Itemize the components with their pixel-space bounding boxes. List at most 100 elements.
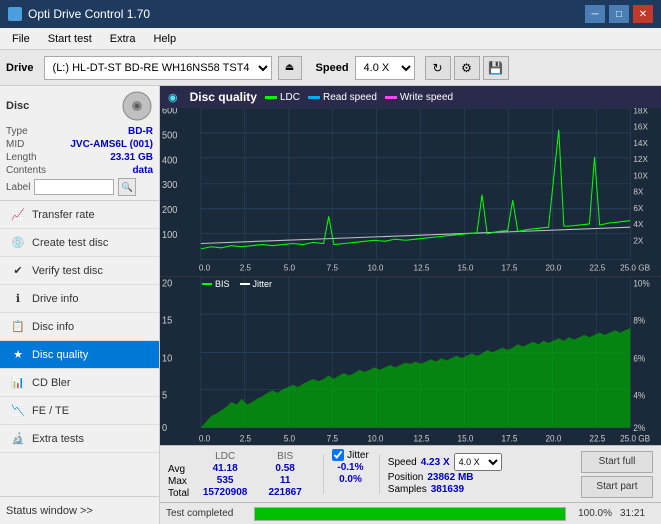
main-content: Disc Type BD-R MID JVC-AMS6L (001) Lengt… <box>0 86 661 524</box>
menu-start-test[interactable]: Start test <box>40 31 100 47</box>
close-button[interactable]: ✕ <box>633 5 653 23</box>
ldc-chart-svg: 600 500 400 300 200 100 18X 16X 14X 12X … <box>160 108 661 276</box>
svg-text:8%: 8% <box>633 315 645 326</box>
svg-text:100: 100 <box>162 230 177 241</box>
total-label: Total <box>168 488 189 499</box>
svg-text:12.5: 12.5 <box>414 433 430 444</box>
chart-title: Disc quality <box>190 90 257 104</box>
nav-disc-info[interactable]: 📋 Disc info <box>0 313 159 341</box>
svg-text:10%: 10% <box>633 278 650 289</box>
verify-test-disc-icon: ✔ <box>10 263 26 279</box>
action-buttons: Start full Start part <box>581 451 653 498</box>
svg-text:6%: 6% <box>633 353 645 364</box>
nav-extra-tests[interactable]: 🔬 Extra tests <box>0 425 159 453</box>
svg-text:25.0 GB: 25.0 GB <box>620 262 650 272</box>
stats-labels: Avg Max Total <box>168 450 189 499</box>
svg-text:2X: 2X <box>633 235 643 245</box>
menu-help[interactable]: Help <box>145 31 184 47</box>
svg-text:20.0: 20.0 <box>545 433 561 444</box>
start-part-button[interactable]: Start part <box>581 476 653 498</box>
ldc-stats-col: LDC 41.18 535 15720908 <box>195 451 255 498</box>
disc-contents-row: Contents data <box>6 165 153 176</box>
jitter-max-val: 0.0% <box>332 474 369 485</box>
drive-select[interactable]: (L:) HL-DT-ST BD-RE WH16NS58 TST4 <box>44 56 272 80</box>
svg-text:0.0: 0.0 <box>199 262 211 272</box>
refresh-button[interactable]: ↻ <box>425 56 451 80</box>
svg-text:22.5: 22.5 <box>589 262 605 272</box>
samples-val: 381639 <box>431 484 464 495</box>
titlebar: Opti Drive Control 1.70 ─ □ ✕ <box>0 0 661 28</box>
stats-spacer <box>168 450 189 463</box>
settings-button[interactable]: ⚙ <box>454 56 480 80</box>
nav-disc-quality[interactable]: ★ Disc quality <box>0 341 159 369</box>
jitter-checkbox-row: Jitter <box>332 449 369 461</box>
charts-area: 600 500 400 300 200 100 18X 16X 14X 12X … <box>160 108 661 445</box>
cd-bler-icon: 📊 <box>10 375 26 391</box>
bottom-chart: BIS Jitter <box>160 277 661 445</box>
progress-percent-text: 100.0% <box>574 508 612 519</box>
bis-col-header: BIS <box>255 451 315 462</box>
disc-label-search-button[interactable]: 🔍 <box>118 178 136 196</box>
nav-drive-info[interactable]: ℹ Drive info <box>0 285 159 313</box>
minimize-button[interactable]: ─ <box>585 5 605 23</box>
nav-transfer-rate[interactable]: 📈 Transfer rate <box>0 201 159 229</box>
bis-legend-label: BIS <box>215 279 230 289</box>
legend-read-speed: Read speed <box>308 92 377 103</box>
nav-fe-te[interactable]: 📉 FE / TE <box>0 397 159 425</box>
disc-image-icon <box>121 90 153 122</box>
svg-text:2.5: 2.5 <box>240 262 252 272</box>
svg-text:200: 200 <box>162 205 177 216</box>
position-row: Position 23862 MB <box>388 472 502 483</box>
read-speed-legend-label: Read speed <box>323 92 377 103</box>
svg-text:18X: 18X <box>633 108 648 115</box>
menu-file[interactable]: File <box>4 31 38 47</box>
titlebar-left: Opti Drive Control 1.70 <box>8 7 150 21</box>
status-window[interactable]: Status window >> <box>0 496 159 524</box>
jitter-checkbox[interactable] <box>332 449 344 461</box>
jitter-spacer <box>332 486 369 499</box>
disc-quality-icon: ★ <box>10 347 26 363</box>
menu-extra[interactable]: Extra <box>102 31 144 47</box>
write-speed-legend-label: Write speed <box>400 92 453 103</box>
start-full-button[interactable]: Start full <box>581 451 653 473</box>
bis-legend: BIS <box>202 279 230 289</box>
nav-extra-tests-label: Extra tests <box>32 433 84 445</box>
svg-text:5.0: 5.0 <box>284 262 296 272</box>
svg-text:600: 600 <box>162 108 177 117</box>
progress-time-text: 31:21 <box>620 508 655 519</box>
position-label: Position <box>388 472 424 483</box>
nav-verify-test-disc[interactable]: ✔ Verify test disc <box>0 257 159 285</box>
position-val: 23862 MB <box>427 472 473 483</box>
create-test-disc-icon: 💿 <box>10 235 26 251</box>
bis-max-val: 11 <box>255 475 315 486</box>
svg-text:15.0: 15.0 <box>458 262 474 272</box>
svg-text:4%: 4% <box>633 390 645 401</box>
svg-text:20.0: 20.0 <box>545 262 561 272</box>
ldc-legend-color <box>265 96 277 99</box>
bis-legend-color <box>202 283 212 285</box>
svg-text:2.5: 2.5 <box>240 433 251 444</box>
disc-section-title: Disc <box>6 100 29 112</box>
nav-create-test-disc[interactable]: 💿 Create test disc <box>0 229 159 257</box>
speed-label: Speed <box>388 457 417 468</box>
drive-label: Drive <box>6 62 34 74</box>
progress-bar-area: Test completed 100.0% 31:21 <box>160 502 661 524</box>
eject-button[interactable]: ⏏ <box>278 56 302 80</box>
svg-text:300: 300 <box>162 180 177 191</box>
svg-text:22.5: 22.5 <box>589 433 605 444</box>
svg-text:12X: 12X <box>633 154 648 164</box>
disc-type-label: Type <box>6 126 28 137</box>
svg-text:25.0 GB: 25.0 GB <box>620 433 650 444</box>
fe-te-icon: 📉 <box>10 403 26 419</box>
speed-select[interactable]: 4.0 X <box>355 56 415 80</box>
speed-target-select[interactable]: 4.0 X <box>454 453 502 471</box>
extra-tests-icon: 🔬 <box>10 431 26 447</box>
svg-text:14X: 14X <box>633 138 648 148</box>
maximize-button[interactable]: □ <box>609 5 629 23</box>
disc-label-input[interactable] <box>34 179 114 195</box>
speed-current-val: 4.23 X <box>421 457 450 468</box>
jitter-col-header: Jitter <box>347 450 369 461</box>
save-button[interactable]: 💾 <box>483 56 509 80</box>
nav-cd-bler[interactable]: 📊 CD Bler <box>0 369 159 397</box>
chart-header-icon: ◉ <box>168 91 178 104</box>
